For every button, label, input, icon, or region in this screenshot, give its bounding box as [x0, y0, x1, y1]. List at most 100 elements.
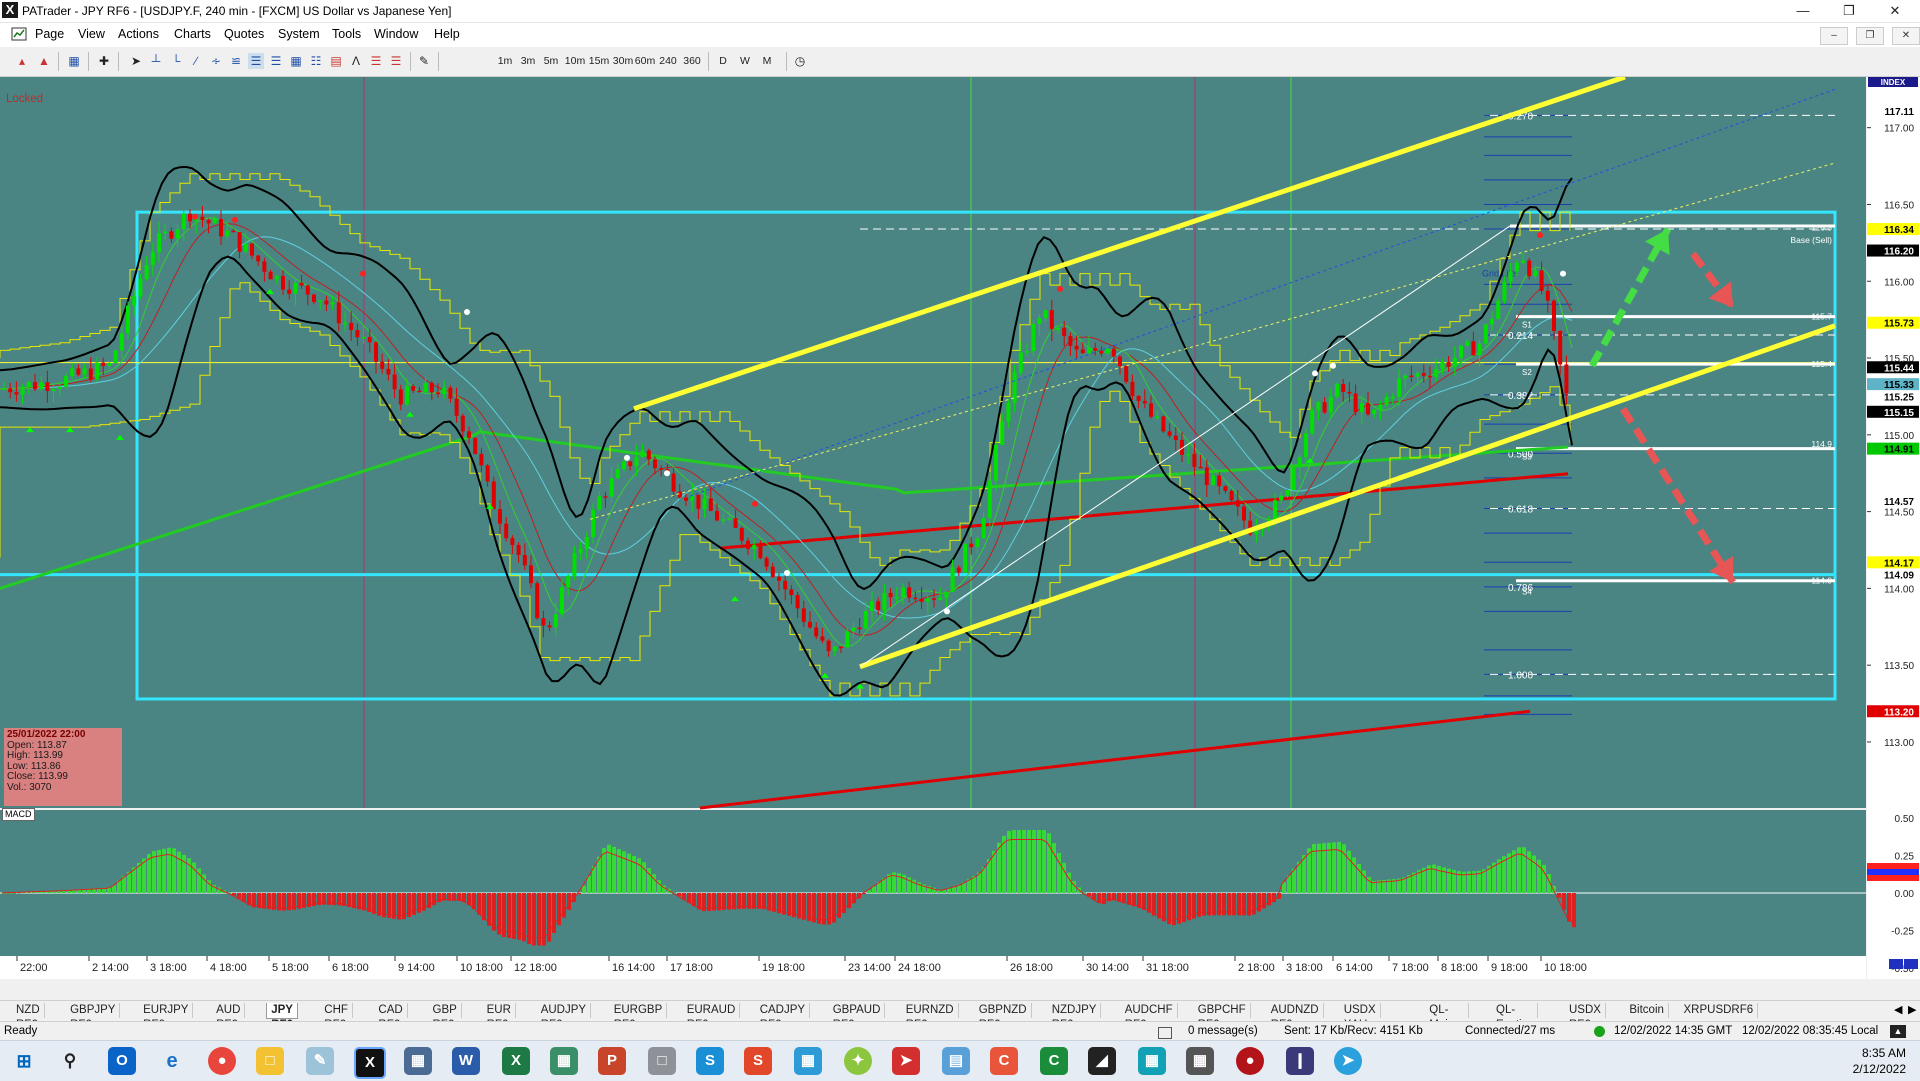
- recorder-app-icon[interactable]: ✦: [844, 1047, 872, 1075]
- fib-ext-tool-icon[interactable]: ☰: [268, 53, 284, 69]
- taskbar-clock[interactable]: 8:35 AM 2/12/2022: [1853, 1045, 1906, 1077]
- menu-view[interactable]: View: [78, 27, 105, 41]
- terminal-app-icon[interactable]: ◢: [1088, 1047, 1116, 1075]
- close-icon[interactable]: ✕: [1872, 0, 1918, 22]
- notes-app-icon[interactable]: ✎: [306, 1047, 334, 1075]
- edge-icon[interactable]: e: [158, 1047, 186, 1075]
- minimize-icon[interactable]: —: [1780, 0, 1826, 22]
- timeframe-360[interactable]: 360: [681, 53, 703, 69]
- clock-icon[interactable]: ◷: [792, 53, 808, 69]
- levels-tool-icon[interactable]: ☰: [368, 53, 384, 69]
- menu-charts[interactable]: Charts: [174, 27, 211, 41]
- period-monthly[interactable]: M: [760, 53, 774, 69]
- cycle-tool-icon[interactable]: ☷: [308, 53, 324, 69]
- fan-tool-icon[interactable]: ≌: [228, 53, 244, 69]
- mdi-minimize-icon[interactable]: –: [1820, 27, 1848, 45]
- symbol-tab-eurnzd-rf6[interactable]: EURNZD RF6: [902, 1003, 959, 1031]
- file-explorer-icon[interactable]: □: [256, 1047, 284, 1075]
- meter-app-icon[interactable]: ▦: [1138, 1047, 1166, 1075]
- windows-start-icon[interactable]: ⊞: [10, 1047, 38, 1075]
- symbol-tab-nzd-rf6[interactable]: NZD RF6: [12, 1003, 45, 1031]
- timeframe-3m[interactable]: 3m: [520, 53, 536, 69]
- symbol-tab-eur-rf6[interactable]: EUR RF6: [483, 1003, 516, 1031]
- word-icon[interactable]: W: [452, 1047, 480, 1075]
- period-daily[interactable]: D: [716, 53, 730, 69]
- symbol-tab-audjpy-rf6[interactable]: AUDJPY RF6: [537, 1003, 591, 1031]
- timeframe-15m[interactable]: 15m: [588, 53, 610, 69]
- snagit-icon[interactable]: S: [744, 1047, 772, 1075]
- price-chart[interactable]: 0.2700.2140.3820.5000.6180.7861.000116.3…: [0, 77, 1920, 979]
- mail-icon[interactable]: [1158, 1027, 1172, 1039]
- timeframe-30m[interactable]: 30m: [612, 53, 634, 69]
- symbol-tab-chf-rf6[interactable]: CHF RF6: [320, 1003, 353, 1031]
- crosshair-icon[interactable]: ✚: [96, 53, 112, 69]
- menu-page[interactable]: Page: [35, 27, 64, 41]
- symbol-tab-usdx-rf6[interactable]: USDX RF6: [1565, 1003, 1606, 1031]
- record-app-icon[interactable]: ●: [1236, 1047, 1264, 1075]
- timeframe-1m[interactable]: 1m: [497, 53, 513, 69]
- symbol-tab-euraud-rf6[interactable]: EURAUD RF6: [683, 1003, 741, 1031]
- fib-tool-icon[interactable]: ☰: [248, 53, 264, 69]
- menu-quotes[interactable]: Quotes: [224, 27, 264, 41]
- telegram-icon[interactable]: ➤: [1334, 1047, 1362, 1075]
- status-messages[interactable]: 0 message(s): [1188, 1025, 1258, 1037]
- timeframe-10m[interactable]: 10m: [564, 53, 586, 69]
- trading-app-icon[interactable]: ▦: [550, 1047, 578, 1075]
- rectangle-tool-icon[interactable]: ▤: [328, 53, 344, 69]
- timeframe-60m[interactable]: 60m: [634, 53, 656, 69]
- chart-window[interactable]: 0.270 0.214 0.382 0.500 0.618 0.786 1.000 116.3…: [0, 77, 1920, 979]
- outlook-icon[interactable]: O: [108, 1047, 136, 1075]
- candle-icon[interactable]: ▲: [36, 53, 52, 69]
- text-tool-icon[interactable]: Λ: [348, 53, 364, 69]
- chrome-icon[interactable]: ●: [208, 1047, 236, 1075]
- symbol-tab-aud-rf6[interactable]: AUD RF6: [212, 1003, 246, 1031]
- archive-app-icon[interactable]: □: [648, 1047, 676, 1075]
- patrader-taskbar-icon[interactable]: X: [354, 1047, 386, 1079]
- pivot-tool-icon[interactable]: ☰: [388, 53, 404, 69]
- cursor-icon[interactable]: ➤: [128, 53, 144, 69]
- symbol-tab-gbpaud-rf6[interactable]: GBPAUD RF6: [829, 1003, 886, 1031]
- tabs-scroll-right-icon[interactable]: ▶: [1908, 1003, 1916, 1016]
- resize-grip-icon[interactable]: ▲: [1890, 1025, 1906, 1038]
- camtasia-icon[interactable]: C: [990, 1047, 1018, 1075]
- calculator-icon[interactable]: ▦: [404, 1047, 432, 1075]
- skype-icon[interactable]: S: [696, 1047, 724, 1075]
- apps-folder-icon[interactable]: ▦: [1186, 1047, 1214, 1075]
- symbol-tab-xrpusdrf6[interactable]: XRPUSDRF6: [1680, 1003, 1759, 1018]
- symbol-tab-eurgbp-rf6[interactable]: EURGBP RF6: [610, 1003, 668, 1031]
- hline-tool-icon[interactable]: ┴: [148, 53, 164, 69]
- menu-help[interactable]: Help: [434, 27, 460, 41]
- tabs-scroll-left-icon[interactable]: ◀: [1894, 1003, 1902, 1016]
- symbol-tab-nzdjpy-rf6[interactable]: NZDJPY RF6: [1048, 1003, 1102, 1031]
- menu-actions[interactable]: Actions: [118, 27, 159, 41]
- symbol-tab-gbpnzd-rf6[interactable]: GBPNZD RF6: [975, 1003, 1032, 1031]
- symbol-tab-audchf-rf6[interactable]: AUDCHF RF6: [1121, 1003, 1178, 1031]
- symbol-tab-jpy-rf6[interactable]: JPY RF6: [266, 1003, 298, 1031]
- restore-icon[interactable]: ❐: [1826, 0, 1872, 22]
- mdi-restore-icon[interactable]: ❐: [1856, 27, 1884, 45]
- excel-icon[interactable]: X: [502, 1047, 530, 1075]
- symbol-tab-bitcoin[interactable]: Bitcoin: [1625, 1003, 1669, 1018]
- pen-app-icon[interactable]: ❙: [1286, 1047, 1314, 1075]
- timeframe-5m[interactable]: 5m: [543, 53, 559, 69]
- symbol-tab-cadjpy-rf6[interactable]: CADJPY RF6: [756, 1003, 810, 1031]
- vline-tool-icon[interactable]: └: [168, 53, 184, 69]
- channel-tool-icon[interactable]: ∻: [208, 53, 224, 69]
- timeframe-240[interactable]: 240: [657, 53, 679, 69]
- page-icon[interactable]: [11, 27, 27, 41]
- mdi-close-icon[interactable]: ✕: [1892, 27, 1920, 45]
- bull-bear-icon[interactable]: ▴: [14, 53, 30, 69]
- symbol-tab-gbpchf-rf6[interactable]: GBPCHF RF6: [1194, 1003, 1251, 1031]
- green-app-icon[interactable]: C: [1040, 1047, 1068, 1075]
- menu-system[interactable]: System: [278, 27, 320, 41]
- network-app-icon[interactable]: ▤: [942, 1047, 970, 1075]
- symbol-tab-usdx-xau-wti[interactable]: USDX XAU WTI: [1340, 1003, 1381, 1046]
- screen-app-icon[interactable]: ▦: [794, 1047, 822, 1075]
- bird-app-icon[interactable]: ➤: [892, 1047, 920, 1075]
- menu-window[interactable]: Window: [374, 27, 418, 41]
- trendline-tool-icon[interactable]: ∕: [188, 53, 204, 69]
- pencil-icon[interactable]: ✎: [416, 53, 432, 69]
- symbol-tab-cad-rf6[interactable]: CAD RF6: [374, 1003, 408, 1031]
- gann-tool-icon[interactable]: ▦: [288, 53, 304, 69]
- symbol-tab-ql-majors[interactable]: QL-Majors: [1425, 1003, 1469, 1031]
